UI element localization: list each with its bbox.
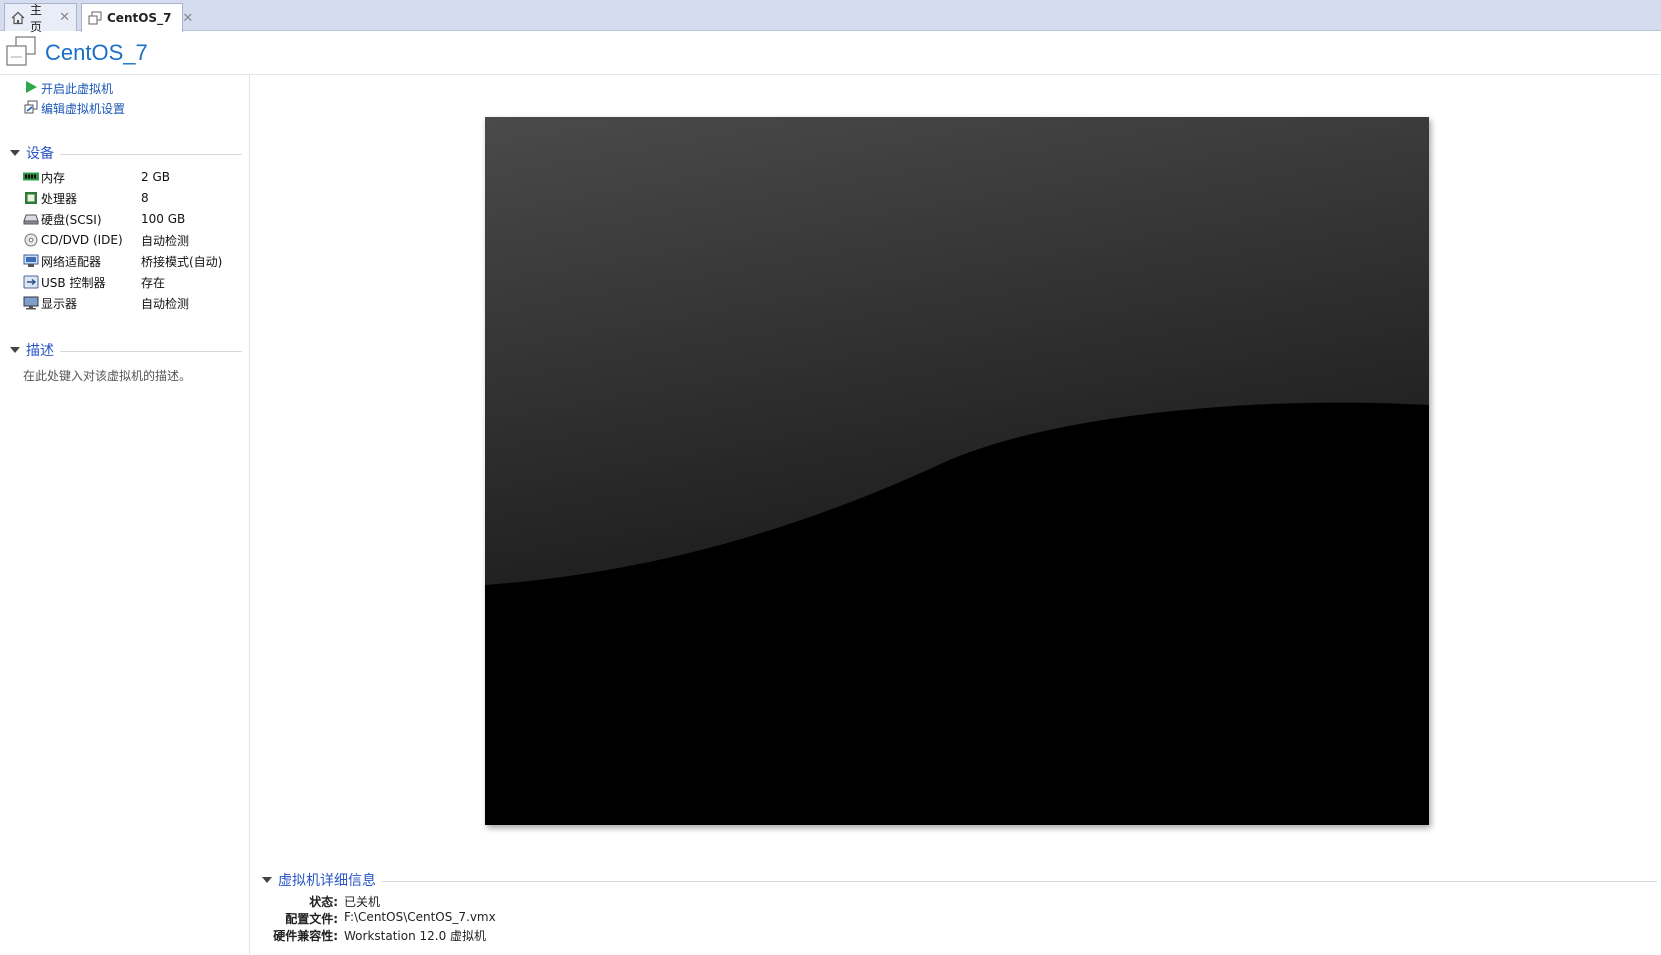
hard-disk-icon: [23, 211, 39, 227]
description-section-title: 描述: [26, 343, 54, 359]
play-icon: [24, 80, 38, 97]
device-row-network-adapter[interactable]: 网络适配器 桥接模式(自动): [23, 251, 243, 271]
device-row-hard-disk[interactable]: 硬盘(SCSI) 100 GB: [23, 209, 243, 229]
edit-settings-button[interactable]: 编辑虚拟机设置: [24, 100, 125, 117]
tab-home[interactable]: 主页 ✕: [4, 3, 77, 34]
detail-status: 状态: 已关机: [262, 893, 380, 910]
home-icon: [11, 11, 25, 25]
detail-config-file: 配置文件: F:\CentOS\CentOS_7.vmx: [262, 910, 496, 927]
detail-value: F:\CentOS\CentOS_7.vmx: [344, 910, 496, 924]
device-value: 自动检测: [141, 296, 190, 311]
device-row-memory[interactable]: 内存 2 GB: [23, 167, 243, 187]
device-value: 8: [141, 191, 149, 205]
memory-icon: [23, 169, 39, 185]
detail-compatibility: 硬件兼容性: Workstation 12.0 虚拟机: [262, 927, 486, 944]
detail-label: 配置文件:: [285, 912, 338, 926]
tab-home-label: 主页: [30, 2, 43, 34]
detail-value: Workstation 12.0 虚拟机: [344, 929, 487, 943]
network-adapter-icon: [23, 253, 39, 269]
device-row-display[interactable]: 显示器 自动检测: [23, 293, 243, 313]
vm-icon: [88, 11, 102, 25]
device-value: 桥接模式(自动): [141, 254, 223, 269]
vm-details-header[interactable]: 虚拟机详细信息: [262, 870, 1657, 890]
detail-label: 硬件兼容性:: [273, 929, 338, 943]
left-panel: 开启此虚拟机 编辑虚拟机设置 设备 内存 2 GB 处理器 8 硬盘(SCSI)…: [0, 75, 250, 955]
cd-dvd-icon: [23, 232, 39, 248]
device-row-cd-dvd[interactable]: CD/DVD (IDE) 自动检测: [23, 230, 243, 250]
collapse-arrow-icon: [262, 877, 272, 883]
device-name: 处理器: [41, 191, 78, 206]
edit-settings-label: 编辑虚拟机设置: [41, 102, 126, 116]
device-value: 100 GB: [141, 212, 186, 226]
page-title: CentOS_7: [45, 39, 148, 65]
collapse-arrow-icon: [10, 347, 20, 353]
processor-icon: [23, 190, 39, 206]
settings-icon: [24, 100, 38, 117]
divider: [60, 350, 242, 352]
device-name: USB 控制器: [41, 275, 106, 290]
device-name: 网络适配器: [41, 254, 102, 269]
usb-icon: [23, 274, 39, 290]
tab-centos7-label: CentOS_7: [107, 11, 172, 25]
detail-value: 已关机: [344, 895, 381, 909]
display-icon: [23, 295, 39, 311]
device-value: 2 GB: [141, 170, 170, 184]
device-name: 内存: [41, 170, 66, 185]
device-row-processor[interactable]: 处理器 8: [23, 188, 243, 208]
close-icon[interactable]: ✕: [182, 11, 193, 26]
device-row-usb[interactable]: USB 控制器 存在: [23, 272, 243, 292]
device-name: 硬盘(SCSI): [41, 212, 102, 227]
devices-section-header[interactable]: 设备: [10, 143, 242, 163]
devices-section-title: 设备: [26, 146, 54, 162]
vm-details-title: 虚拟机详细信息: [278, 873, 376, 889]
power-on-label: 开启此虚拟机: [41, 82, 114, 96]
device-value: 自动检测: [141, 233, 190, 248]
collapse-arrow-icon: [10, 150, 20, 156]
tab-bar: 主页 ✕ CentOS_7 ✕: [0, 0, 1661, 34]
vm-preview-screen[interactable]: [485, 117, 1429, 825]
close-icon[interactable]: ✕: [59, 10, 70, 25]
vm-header: CentOS_7: [0, 31, 1661, 75]
device-name: 显示器: [41, 296, 78, 311]
device-name: CD/DVD (IDE): [41, 233, 123, 247]
detail-label: 状态:: [309, 895, 338, 909]
vm-large-icon: [5, 35, 37, 70]
description-section-header[interactable]: 描述: [10, 340, 242, 360]
description-text[interactable]: 在此处键入对该虚拟机的描述。: [23, 367, 191, 384]
tab-centos7[interactable]: CentOS_7 ✕: [81, 3, 193, 32]
device-value: 存在: [141, 275, 166, 290]
divider: [382, 880, 1657, 882]
divider: [60, 153, 242, 155]
power-on-button[interactable]: 开启此虚拟机: [24, 80, 113, 97]
